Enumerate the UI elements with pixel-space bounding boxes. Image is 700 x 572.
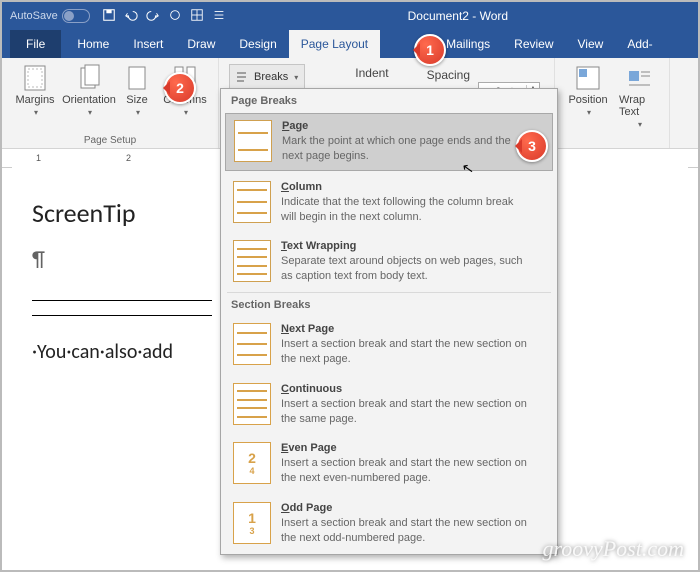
break-option-odd-page[interactable]: 13 Odd Page Insert a section break and s… [221,494,557,554]
position-button[interactable]: Position▾ [565,64,611,117]
tab-view[interactable]: View [566,30,616,58]
callout-1: 1 [414,34,446,66]
breaks-dropdown: Page Breaks Page Mark the point at which… [220,88,558,555]
quick-access-toolbar [102,8,226,25]
breaks-button[interactable]: Breaks ▾ [229,64,305,90]
break-option-column[interactable]: Column Indicate that the text following … [221,173,557,233]
tab-file[interactable]: File [10,30,61,58]
touch-mode-icon[interactable] [168,8,182,25]
next-page-icon [233,323,271,365]
text-wrapping-icon [233,240,271,282]
horizontal-rule [32,300,212,316]
orientation-button[interactable]: Orientation▾ [66,64,112,117]
tab-design[interactable]: Design [227,30,288,58]
group-page-setup: Margins▾ Orientation▾ Size▾ Columns▾ Pag… [2,58,219,148]
break-option-continuous[interactable]: Continuous Insert a section break and st… [221,375,557,435]
tab-insert[interactable]: Insert [121,30,175,58]
autosave-toggle[interactable]: AutoSave [10,9,90,23]
odd-page-icon: 13 [233,502,271,544]
break-option-even-page[interactable]: 24 Even Page Insert a section break and … [221,434,557,494]
wrap-text-icon [625,64,653,92]
orientation-icon [75,64,103,92]
save-icon[interactable] [102,8,116,25]
even-page-icon: 24 [233,442,271,484]
tab-review[interactable]: Review [502,30,565,58]
chevron-down-icon: ▾ [294,73,298,82]
titlebar: AutoSave Document2 - Word [2,2,698,30]
ribbon-tabs: File Home Insert Draw Design Page Layout… [2,30,698,58]
document-title: Document2 - Word [226,9,690,23]
group-label-page-setup: Page Setup [84,131,136,146]
spacing-icon[interactable] [212,8,226,25]
break-option-page[interactable]: Page Mark the point at which one page en… [225,113,553,171]
position-icon [574,64,602,92]
autosave-switch-icon[interactable] [62,9,90,23]
callout-2: 2 [164,72,196,104]
margins-button[interactable]: Margins▾ [12,64,58,117]
breaks-icon [236,70,250,84]
break-option-next-page[interactable]: Next Page Insert a section break and sta… [221,315,557,375]
undo-icon[interactable] [124,8,138,25]
page-breaks-header: Page Breaks [221,89,557,111]
margins-icon [21,64,49,92]
page-break-icon [234,120,272,162]
tab-addins[interactable]: Add- [615,30,664,58]
size-button[interactable]: Size▾ [120,64,154,117]
callout-3: 3 [516,130,548,162]
tab-home[interactable]: Home [65,30,121,58]
break-option-text-wrapping[interactable]: Text Wrapping Separate text around objec… [221,232,557,292]
redo-icon[interactable] [146,8,160,25]
continuous-icon [233,383,271,425]
autosave-label: AutoSave [10,10,58,22]
section-breaks-header: Section Breaks [221,293,557,315]
column-break-icon [233,181,271,223]
size-icon [123,64,151,92]
insert-table-icon[interactable] [190,8,204,25]
wrap-text-button[interactable]: Wrap Text▾ [619,64,659,129]
tab-page-layout[interactable]: Page Layout [289,30,380,58]
tab-draw[interactable]: Draw [175,30,227,58]
